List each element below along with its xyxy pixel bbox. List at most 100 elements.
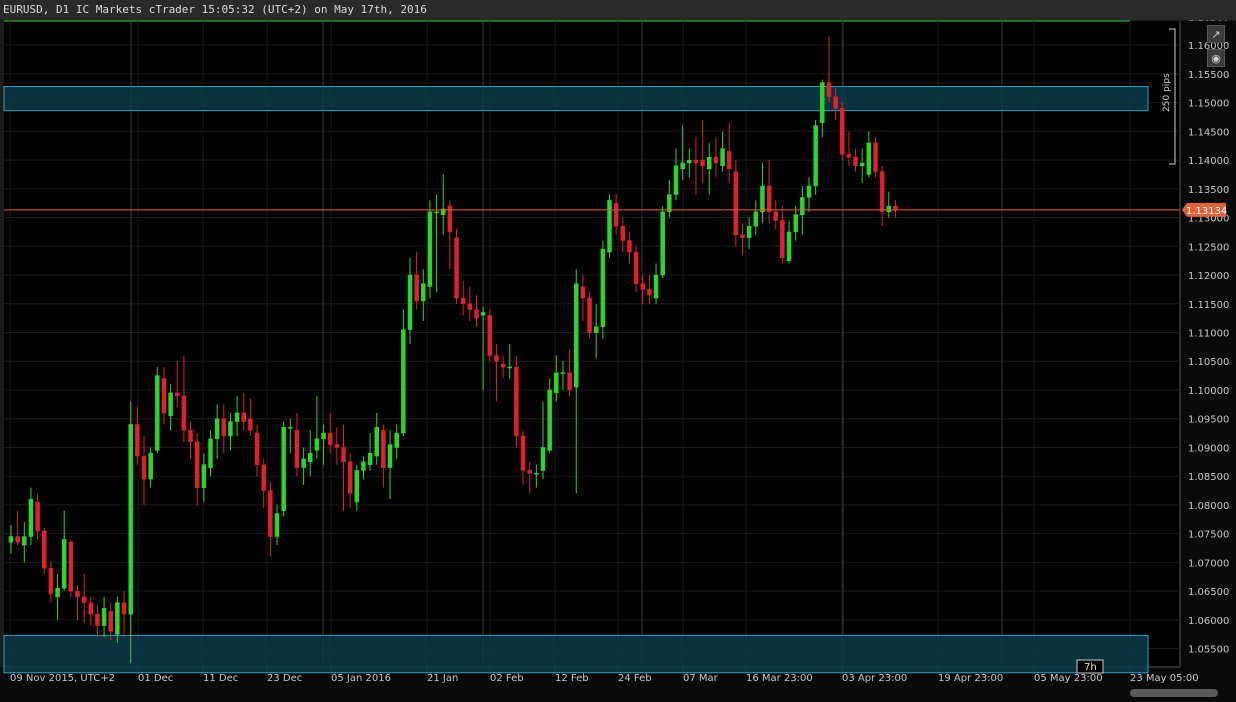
- candle-body: [766, 185, 772, 213]
- y-tick-label: 1.07000: [1188, 558, 1229, 569]
- candle-body: [753, 211, 759, 227]
- candle-body: [421, 283, 426, 302]
- y-tick-label: 1.08000: [1188, 501, 1229, 512]
- candle-body: [301, 458, 306, 468]
- y-tick-label: 1.08500: [1188, 472, 1229, 483]
- candle-body: [427, 211, 433, 287]
- candle-body: [334, 444, 340, 448]
- candle[interactable]: [840, 102, 845, 161]
- price-axis: [1180, 21, 1236, 667]
- candle-body: [115, 602, 120, 635]
- support-zone[interactable]: [3, 634, 1149, 674]
- candle-body: [407, 274, 413, 330]
- horizontal-scrollbar[interactable]: [1130, 689, 1218, 697]
- candle[interactable]: [155, 366, 160, 454]
- candle-body: [61, 539, 67, 589]
- candle-body: [514, 366, 519, 437]
- candle-body: [135, 424, 140, 457]
- candle-body: [401, 329, 406, 434]
- candle-body: [361, 461, 366, 471]
- candle-body: [327, 432, 333, 445]
- x-tick-label: 02 Feb: [490, 673, 524, 684]
- candle-body: [454, 237, 459, 299]
- candle-body: [341, 447, 346, 463]
- candle-body: [128, 424, 133, 615]
- candle-body: [148, 452, 153, 480]
- popout-icon[interactable]: ↗: [1207, 25, 1225, 43]
- candle-body: [474, 309, 479, 319]
- candle-body: [520, 435, 526, 471]
- y-tick-label: 1.06500: [1188, 587, 1229, 598]
- y-tick-label: 1.07500: [1188, 530, 1229, 541]
- candle-body: [687, 159, 692, 164]
- candle-body: [22, 536, 27, 546]
- candle-body: [414, 274, 419, 302]
- candle-body: [726, 151, 732, 169]
- candle-body: [308, 452, 313, 463]
- candle[interactable]: [607, 194, 612, 258]
- candle-body: [647, 289, 652, 296]
- candle-body: [354, 470, 360, 503]
- countdown-label: 7h: [1084, 662, 1097, 673]
- candle-body: [367, 452, 373, 465]
- candle-body: [208, 438, 213, 468]
- candle-body: [800, 197, 805, 215]
- candle-body: [241, 412, 246, 422]
- candle-body: [234, 412, 240, 422]
- candle-body: [593, 326, 599, 333]
- candle-body: [693, 159, 699, 164]
- candle-body: [580, 286, 586, 299]
- candle-body: [773, 211, 778, 221]
- x-tick-label: 03 Apr 23:00: [842, 673, 907, 684]
- y-tick-label: 1.09500: [1188, 415, 1229, 426]
- candle-body: [826, 82, 832, 98]
- x-tick-label: 09 Nov 2015, UTC+2: [10, 673, 115, 684]
- candle-body: [268, 490, 273, 537]
- y-tick-label: 1.10000: [1188, 386, 1229, 397]
- candle-body: [667, 194, 672, 213]
- candle[interactable]: [487, 309, 493, 362]
- candle[interactable]: [454, 229, 459, 304]
- candle-body: [780, 220, 785, 259]
- current-price-label: 1.13134: [1186, 206, 1227, 217]
- candle-body: [574, 283, 579, 388]
- candle[interactable]: [514, 355, 519, 448]
- candle[interactable]: [427, 200, 433, 299]
- candle-body: [381, 429, 386, 468]
- x-tick-label: 23 May 05:00: [1130, 673, 1199, 684]
- candle-body: [48, 567, 54, 595]
- candle[interactable]: [660, 206, 665, 278]
- resistance-zone[interactable]: [3, 86, 1149, 112]
- chart-area[interactable]: 1.165001.160001.155001.150001.145001.140…: [0, 0, 1236, 702]
- candle-body: [627, 240, 632, 253]
- candle-body: [507, 366, 512, 369]
- candle-body: [527, 470, 532, 474]
- candle-body: [587, 297, 592, 333]
- candle-body: [640, 283, 645, 290]
- camera-icon[interactable]: ◉: [1207, 49, 1225, 67]
- candle[interactable]: [733, 160, 739, 247]
- candle[interactable]: [600, 240, 606, 339]
- candle[interactable]: [68, 539, 74, 597]
- candle[interactable]: [281, 421, 286, 517]
- candle[interactable]: [813, 119, 818, 195]
- y-tick-label: 1.14000: [1188, 156, 1229, 167]
- candle-body: [720, 148, 725, 167]
- candle-body: [813, 125, 818, 187]
- chart-title: EURUSD, D1 IC Markets cTrader 15:05:32 (…: [0, 0, 1236, 20]
- candle-body: [248, 418, 253, 431]
- candle-body: [274, 513, 280, 537]
- candle[interactable]: [873, 137, 878, 178]
- candle[interactable]: [42, 527, 47, 574]
- candle-body: [75, 590, 80, 598]
- candle-body: [540, 447, 546, 471]
- candle-body: [700, 159, 705, 167]
- candle-body: [28, 498, 34, 537]
- candle-body: [607, 200, 612, 253]
- y-tick-label: 1.13500: [1188, 185, 1229, 196]
- candle[interactable]: [587, 292, 592, 339]
- candle-body: [387, 444, 393, 468]
- x-tick-label: 19 Apr 23:00: [938, 673, 1003, 684]
- candle-body: [281, 427, 286, 511]
- candle-body: [168, 392, 173, 417]
